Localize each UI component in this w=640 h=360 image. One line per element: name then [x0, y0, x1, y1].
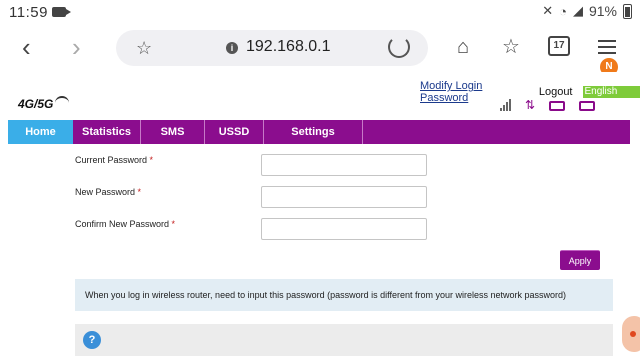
tab-home[interactable]: Home — [8, 120, 73, 144]
status-icons: ✕ ◔ ◢ 91% — [542, 3, 632, 19]
mute-icon: ✕ — [542, 3, 554, 18]
url-text[interactable]: 192.168.0.1 — [246, 38, 331, 56]
signal-bar — [503, 105, 505, 111]
tab-settings[interactable]: Settings — [264, 120, 363, 144]
bookmark-star-icon[interactable]: ☆ — [136, 38, 152, 59]
signal-strength-icon — [500, 99, 511, 111]
confirm-password-label: Confirm New Password * — [75, 219, 175, 229]
battery-status-icon — [579, 101, 596, 111]
signal-bar — [509, 99, 511, 111]
floating-assistant-button[interactable] — [622, 316, 640, 352]
signal-icon: ◢ — [572, 3, 583, 18]
menu-icon[interactable] — [598, 36, 620, 58]
signal-bar — [506, 102, 508, 111]
battery-icon — [623, 3, 632, 19]
device-status-row: ⇅ — [500, 98, 596, 112]
home-icon[interactable]: ⌂ — [452, 36, 474, 58]
browser-toolbar: ‹ › ☆ i 192.168.0.1 ⌂ ☆ 17 N — [0, 24, 640, 76]
reload-icon[interactable] — [388, 36, 410, 58]
current-password-text: Current Password — [75, 155, 148, 165]
tab-sms[interactable]: SMS — [141, 120, 205, 144]
forward-icon[interactable]: › — [72, 34, 81, 60]
required-mark: * — [137, 187, 142, 197]
tab-statistics[interactable]: Statistics — [73, 120, 141, 144]
floating-dot — [630, 331, 636, 337]
required-mark: * — [149, 155, 154, 165]
logo-signal-icon — [55, 96, 70, 108]
main-nav: Home Statistics SMS USSD Settings — [8, 120, 630, 144]
confirm-password-text: Confirm New Password — [75, 219, 170, 229]
video-recording-icon — [52, 7, 71, 17]
router-page: 4G/5G Modify Login Password Logout Engli… — [0, 72, 640, 360]
device-status-icon — [549, 101, 566, 111]
menu-line — [598, 40, 616, 42]
battery-percent: 91% — [588, 3, 617, 19]
new-password-text: New Password — [75, 187, 136, 197]
current-password-label: Current Password * — [75, 155, 153, 165]
help-icon[interactable]: ? — [83, 331, 101, 349]
new-password-label: New Password * — [75, 187, 141, 197]
help-panel: ? — [75, 324, 613, 356]
apply-button[interactable]: Apply — [560, 250, 600, 270]
current-password-input[interactable] — [261, 154, 427, 176]
logo-text: 4G/5G — [18, 97, 54, 111]
required-mark: * — [171, 219, 176, 229]
info-message: When you log in wireless router, need to… — [75, 279, 613, 311]
info-icon[interactable]: i — [226, 42, 238, 54]
status-bar: 11:59 ✕ ◔ ◢ 91% — [0, 0, 640, 24]
menu-line — [598, 46, 616, 48]
new-password-input[interactable] — [261, 186, 427, 208]
confirm-password-input[interactable] — [261, 218, 427, 240]
address-bar[interactable]: ☆ i 192.168.0.1 — [116, 30, 428, 66]
router-logo: 4G/5G — [18, 96, 70, 111]
tab-ussd[interactable]: USSD — [205, 120, 264, 144]
logout-link[interactable]: Logout — [539, 86, 573, 98]
signal-bar — [500, 108, 502, 111]
language-select[interactable]: English — [582, 86, 640, 98]
status-time: 11:59 — [9, 4, 48, 21]
data-transfer-icon: ⇅ — [525, 98, 536, 112]
back-icon[interactable]: ‹ — [22, 34, 31, 60]
tabs-icon[interactable]: 17 — [548, 36, 570, 56]
bookmarks-icon[interactable]: ☆ — [500, 36, 522, 58]
menu-line — [598, 52, 616, 54]
wifi-icon: ◔ — [559, 3, 567, 19]
